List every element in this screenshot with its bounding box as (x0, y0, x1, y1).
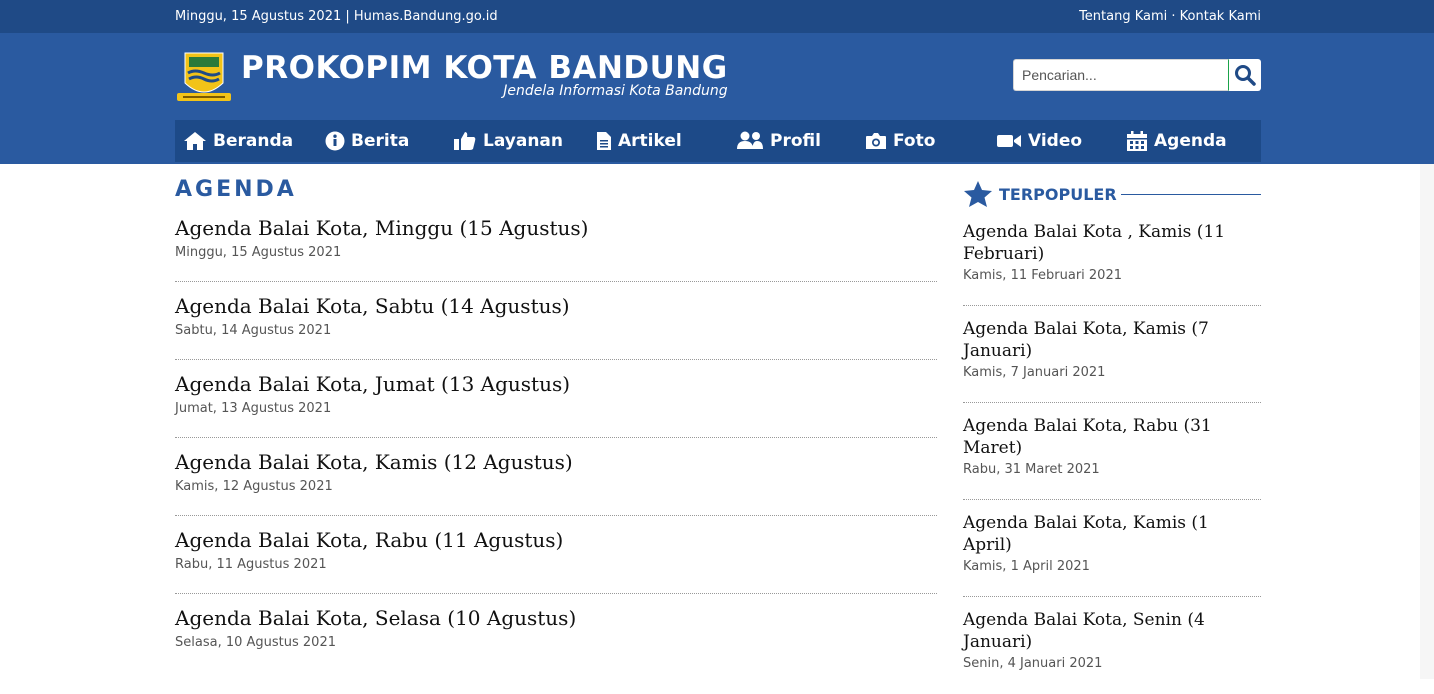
top-bar-links[interactable]: Tentang Kami · Kontak Kami (1079, 9, 1261, 24)
list-item: Agenda Balai Kota, Selasa (10 Agustus) S… (175, 594, 937, 672)
search-box (1013, 59, 1261, 91)
main-nav: Beranda Berita Layanan Artikel Profil Fo… (175, 120, 1261, 162)
camera-icon (866, 133, 886, 149)
popular-title-link[interactable]: Agenda Balai Kota , Kamis (11 Februari) (963, 209, 1261, 265)
nav-item-berita[interactable]: Berita (325, 120, 409, 162)
list-item: Agenda Balai Kota, Rabu (31 Maret) Rabu,… (963, 403, 1261, 500)
top-bar-date-site: Minggu, 15 Agustus 2021 | Humas.Bandung.… (175, 9, 498, 24)
nav-label: Beranda (213, 131, 294, 151)
nav-item-artikel[interactable]: Artikel (596, 120, 682, 162)
star-icon (964, 181, 992, 207)
post-date: Rabu, 11 Agustus 2021 (175, 557, 327, 572)
nav-item-profil[interactable]: Profil (736, 120, 821, 162)
list-item: Agenda Balai Kota, Sabtu (14 Agustus) Sa… (175, 282, 937, 360)
brand[interactable]: PROKOPIM KOTA BANDUNG Jendela Informasi … (175, 49, 728, 107)
nav-item-foto[interactable]: Foto (865, 120, 935, 162)
post-date: Minggu, 15 Agustus 2021 (175, 245, 342, 260)
list-item: Agenda Balai Kota, Kamis (1 April) Kamis… (963, 500, 1261, 597)
post-date: Jumat, 13 Agustus 2021 (175, 401, 332, 416)
main-content: AGENDA Agenda Balai Kota, Minggu (15 Agu… (175, 164, 937, 672)
nav-item-agenda[interactable]: Agenda (1126, 120, 1227, 162)
nav-item-layanan[interactable]: Layanan (453, 120, 563, 162)
brand-text: PROKOPIM KOTA BANDUNG Jendela Informasi … (241, 49, 728, 99)
search-button[interactable] (1229, 59, 1261, 91)
home-icon (184, 132, 206, 150)
list-item: Agenda Balai Kota , Kamis (11 Februari) … (963, 209, 1261, 306)
site-title: PROKOPIM KOTA BANDUNG (241, 50, 728, 86)
post-title-link[interactable]: Agenda Balai Kota, Rabu (11 Agustus) (175, 516, 937, 553)
popular-date: Kamis, 11 Februari 2021 (963, 268, 1122, 283)
sidebar-heading: TERPOPULER (963, 179, 1261, 209)
sidebar-title-rule (1120, 193, 1261, 195)
bandung-logo-icon (177, 52, 231, 101)
popular-date: Senin, 4 Januari 2021 (963, 656, 1103, 671)
nav-label: Berita (351, 131, 410, 151)
list-item: Agenda Balai Kota, Senin (4 Januari) Sen… (963, 597, 1261, 694)
post-title-link[interactable]: Agenda Balai Kota, Jumat (13 Agustus) (175, 360, 937, 397)
calendar-icon (1127, 131, 1147, 151)
post-date: Selasa, 10 Agustus 2021 (175, 635, 336, 650)
site-header: PROKOPIM KOTA BANDUNG Jendela Informasi … (0, 33, 1434, 164)
top-bar: Minggu, 15 Agustus 2021 | Humas.Bandung.… (0, 0, 1434, 33)
nav-label: Profil (770, 131, 821, 151)
nav-item-video[interactable]: Video (996, 120, 1082, 162)
list-item: Agenda Balai Kota, Minggu (15 Agustus) M… (175, 204, 937, 282)
search-icon (1235, 65, 1256, 86)
popular-title-link[interactable]: Agenda Balai Kota, Kamis (7 Januari) (963, 306, 1261, 362)
list-item: Agenda Balai Kota, Rabu (11 Agustus) Rab… (175, 516, 937, 594)
nav-label: Video (1028, 131, 1083, 151)
popular-title-link[interactable]: Agenda Balai Kota, Senin (4 Januari) (963, 597, 1261, 653)
popular-title-link[interactable]: Agenda Balai Kota, Kamis (1 April) (963, 500, 1261, 556)
post-date: Kamis, 12 Agustus 2021 (175, 479, 333, 494)
nav-item-beranda[interactable]: Beranda (183, 120, 293, 162)
info-icon (325, 131, 345, 151)
popular-date: Rabu, 31 Maret 2021 (963, 462, 1100, 477)
post-title-link[interactable]: Agenda Balai Kota, Sabtu (14 Agustus) (175, 282, 937, 319)
popular-date: Kamis, 7 Januari 2021 (963, 365, 1106, 380)
popular-title-link[interactable]: Agenda Balai Kota, Rabu (31 Maret) (963, 403, 1261, 459)
users-icon (737, 131, 763, 149)
search-input[interactable] (1013, 59, 1229, 91)
nav-label: Agenda (1154, 131, 1227, 151)
scrollbar-track[interactable] (1420, 164, 1434, 679)
thumbs-up-icon (454, 132, 476, 150)
nav-label: Foto (893, 131, 936, 151)
list-item: Agenda Balai Kota, Kamis (7 Januari) Kam… (963, 306, 1261, 403)
sidebar-title: TERPOPULER (999, 184, 1117, 204)
nav-label: Artikel (618, 131, 682, 151)
document-icon (597, 132, 611, 150)
list-item: Agenda Balai Kota, Kamis (12 Agustus) Ka… (175, 438, 937, 516)
nav-label: Layanan (483, 131, 564, 151)
post-date: Sabtu, 14 Agustus 2021 (175, 323, 332, 338)
page-title: AGENDA (175, 177, 297, 202)
post-title-link[interactable]: Agenda Balai Kota, Selasa (10 Agustus) (175, 594, 937, 631)
sidebar-popular: TERPOPULER Agenda Balai Kota , Kamis (11… (963, 164, 1261, 694)
popular-date: Kamis, 1 April 2021 (963, 559, 1090, 574)
video-icon (997, 135, 1021, 147)
post-title-link[interactable]: Agenda Balai Kota, Kamis (12 Agustus) (175, 438, 937, 475)
post-title-link[interactable]: Agenda Balai Kota, Minggu (15 Agustus) (175, 204, 937, 241)
list-item: Agenda Balai Kota, Jumat (13 Agustus) Ju… (175, 360, 937, 438)
